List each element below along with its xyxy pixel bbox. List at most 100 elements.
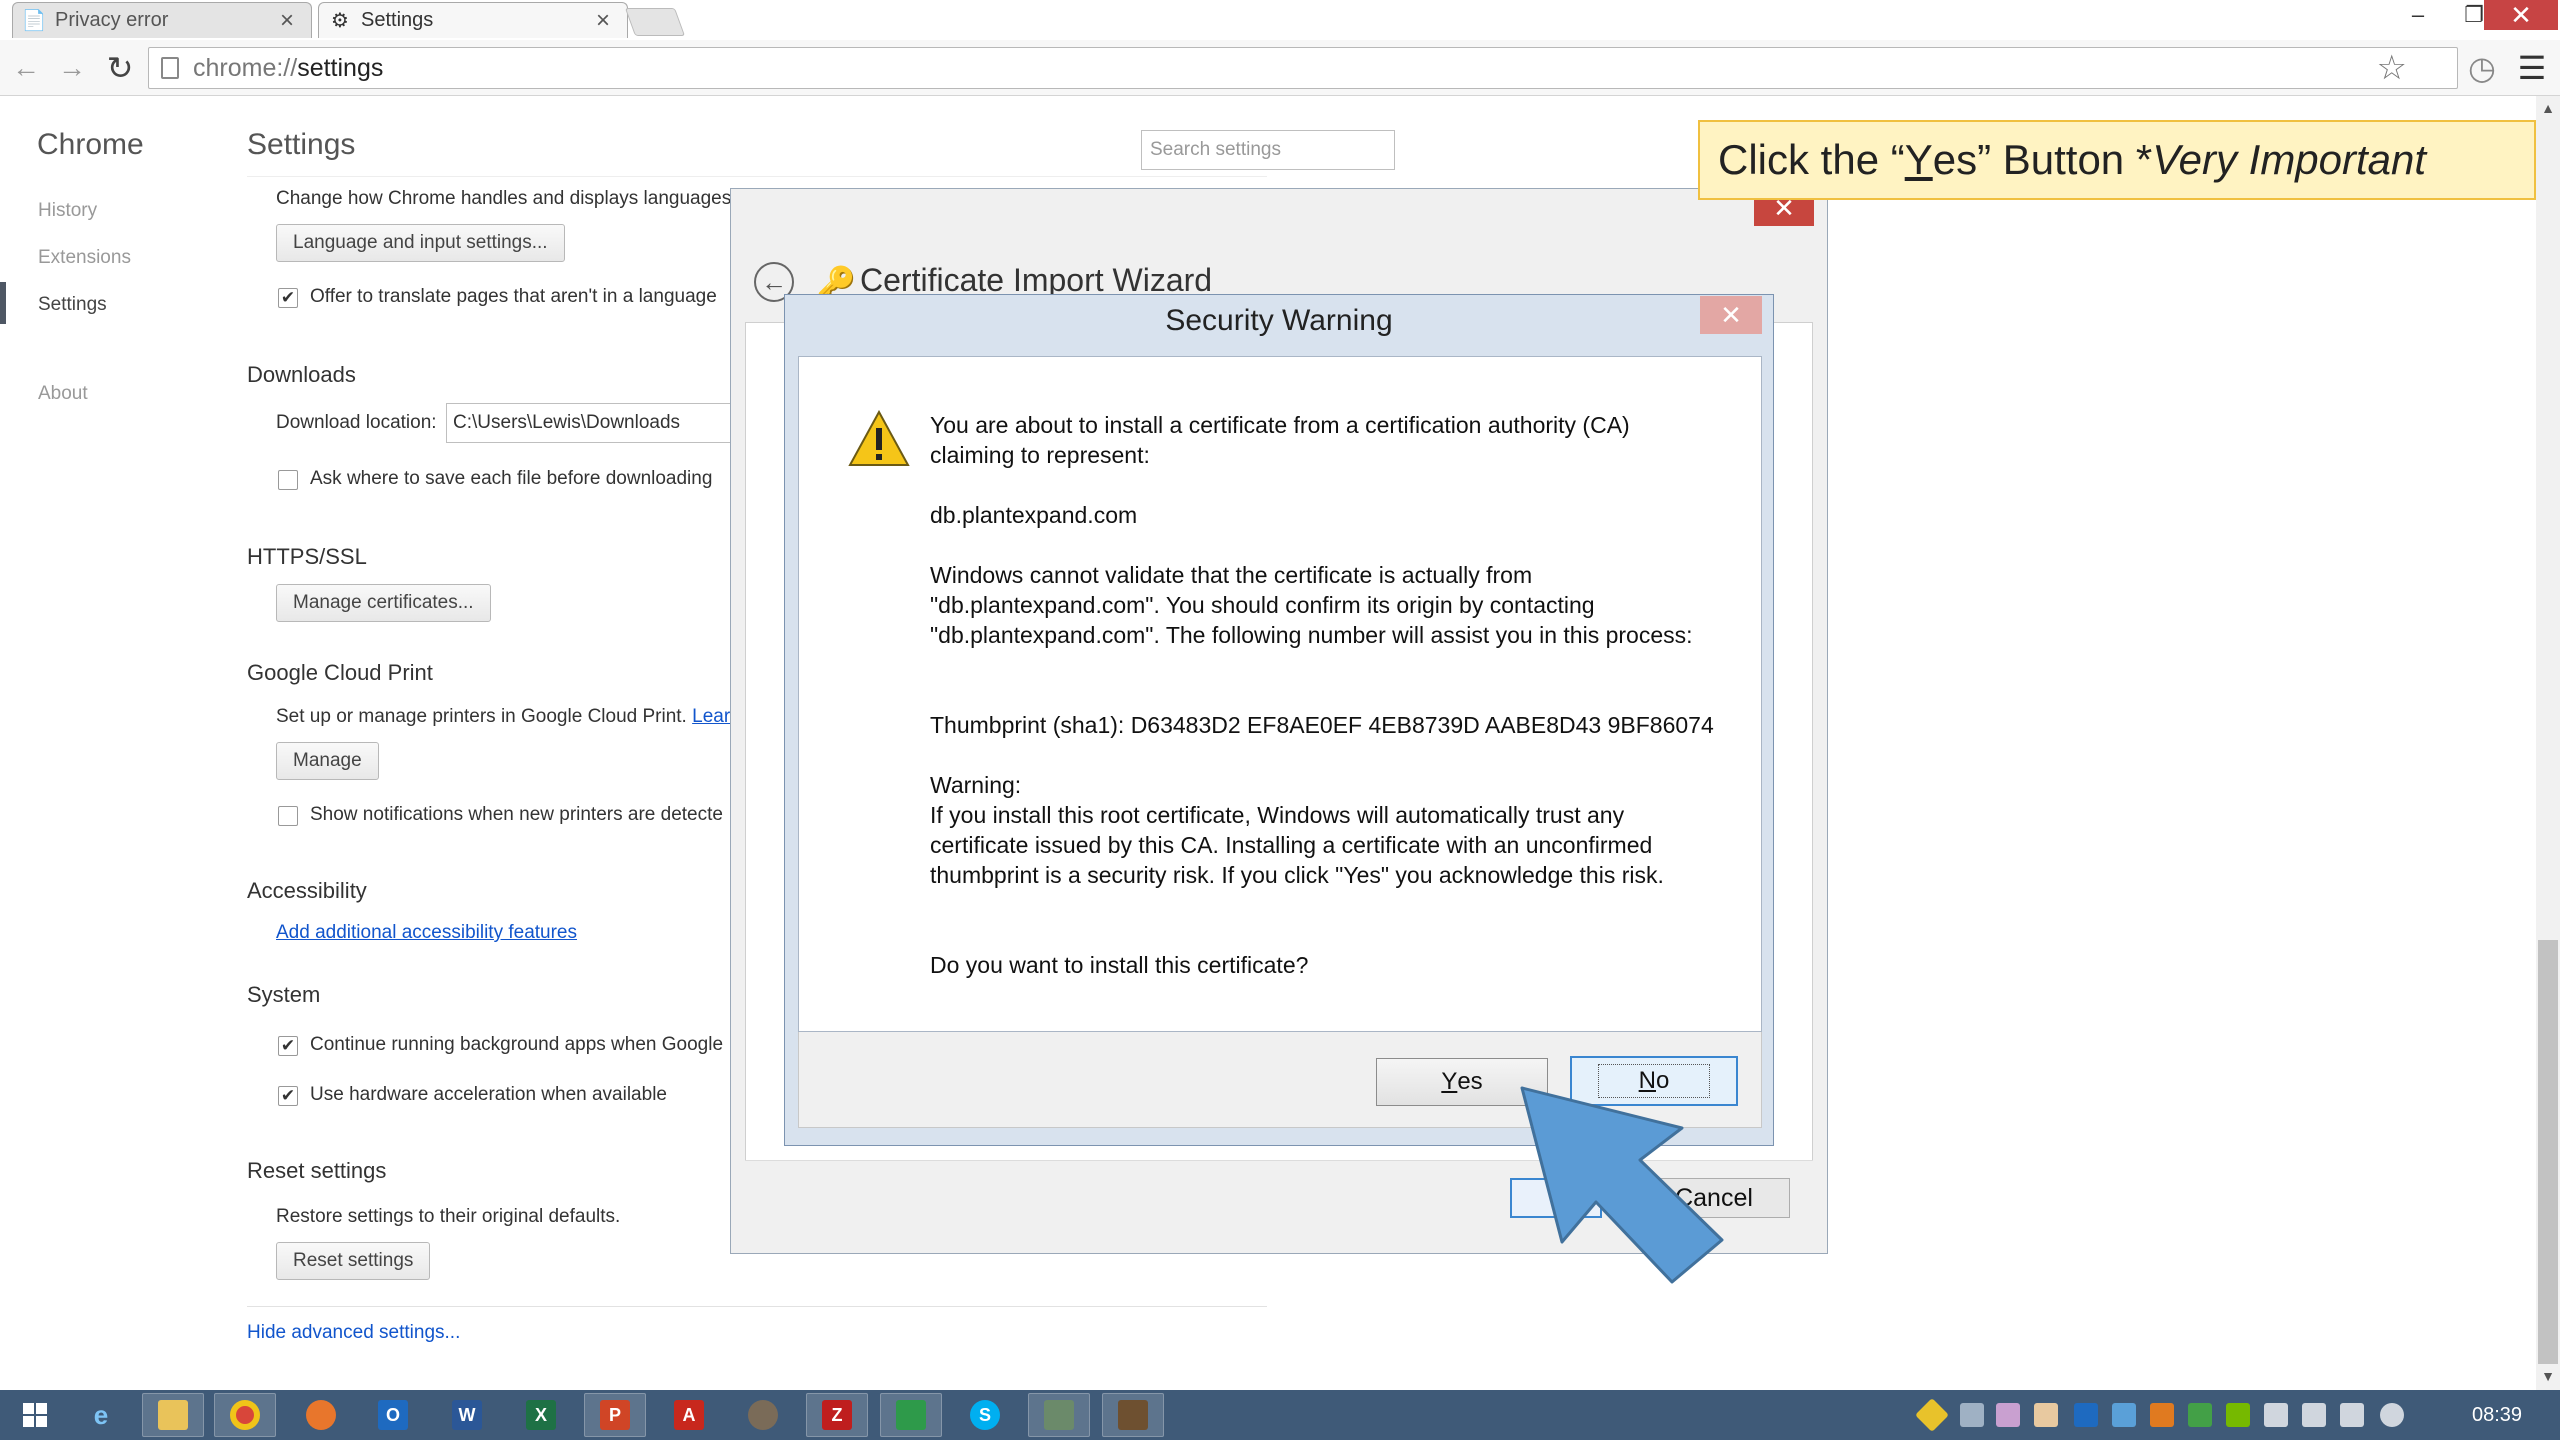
window-close-button[interactable]: ✕ — [2484, 0, 2558, 30]
yes-accelerator: Y — [1441, 1068, 1458, 1095]
folder-icon — [158, 1400, 188, 1430]
address-bar[interactable]: chrome://settings ☆ — [148, 47, 2458, 89]
active-marker — [0, 282, 6, 324]
manage-printers-button[interactable]: Manage — [276, 742, 379, 780]
reset-description: Restore settings to their original defau… — [276, 1206, 621, 1227]
taskbar-project-app[interactable] — [880, 1393, 942, 1437]
install-question-text: Do you want to install this certificate? — [930, 952, 1309, 978]
powerpoint-icon: P — [600, 1400, 630, 1430]
languages-description: Change how Chrome handles and displays l… — [276, 188, 737, 209]
internet-explorer-icon: e — [93, 1399, 109, 1430]
close-icon[interactable]: × — [591, 7, 615, 35]
taskbar-gimp[interactable] — [732, 1393, 794, 1437]
hardware-acceleration-label: Use hardware acceleration when available — [310, 1084, 667, 1105]
taskbar-certificate-wizard[interactable] — [1028, 1393, 1090, 1437]
translate-label: Offer to translate pages that aren't in … — [310, 286, 717, 307]
tray-outlook-icon[interactable] — [2074, 1403, 2098, 1427]
ask-save-checkbox[interactable] — [278, 470, 298, 490]
menu-icon[interactable]: ☰ — [2514, 50, 2550, 86]
background-apps-label: Continue running background apps when Go… — [310, 1034, 724, 1055]
taskbar-file-explorer[interactable] — [142, 1393, 204, 1437]
page-icon: 📄 — [21, 10, 47, 32]
scrollbar-thumb[interactable] — [2538, 940, 2558, 1364]
learn-more-link[interactable]: Lear — [692, 706, 730, 727]
minimize-button[interactable]: – — [2390, 0, 2446, 30]
tray-signal-icon[interactable] — [2340, 1403, 2364, 1427]
hide-advanced-settings-link[interactable]: Hide advanced settings... — [247, 1322, 460, 1344]
taskbar-chrome[interactable] — [214, 1393, 276, 1437]
forward-arrow-icon[interactable]: → — [54, 50, 90, 86]
thumbprint-text: Thumbprint (sha1): D63483D2 EF8AE0EF 4EB… — [930, 712, 1714, 738]
ask-save-label: Ask where to save each file before downl… — [310, 468, 713, 489]
taskbar-word[interactable]: W — [436, 1393, 498, 1437]
taskbar-window[interactable] — [1102, 1393, 1164, 1437]
tab-privacy-error[interactable]: 📄 Privacy error × — [12, 2, 312, 38]
taskbar-clock[interactable]: 08:39 — [2452, 1390, 2542, 1440]
callout-underlined: Y — [1904, 136, 1933, 183]
taskbar-outlook[interactable]: O — [362, 1393, 424, 1437]
taskbar-powerpoint[interactable]: P — [584, 1393, 646, 1437]
chrome-brand: Chrome — [37, 128, 144, 161]
gimp-icon — [748, 1400, 778, 1430]
language-input-settings-button[interactable]: Language and input settings... — [276, 224, 565, 262]
reset-settings-button[interactable]: Reset settings — [276, 1242, 431, 1280]
https-heading: HTTPS/SSL — [247, 544, 367, 569]
system-heading: System — [247, 982, 321, 1007]
hardware-acceleration-checkbox[interactable]: ✔ — [278, 1086, 298, 1106]
accessibility-features-link[interactable]: Add additional accessibility features — [276, 922, 577, 944]
gear-icon: ⚙ — [331, 10, 349, 32]
browser-toolbar: ← → ↻ chrome://settings ☆ ◷ ☰ — [0, 40, 2560, 96]
printer-notifications-checkbox[interactable] — [278, 806, 298, 826]
tray-check-icon[interactable] — [2188, 1403, 2212, 1427]
tray-sync-icon[interactable] — [2112, 1403, 2136, 1427]
tray-alert-icon[interactable] — [2150, 1403, 2174, 1427]
downloads-heading: Downloads — [247, 362, 356, 387]
background-apps-checkbox[interactable]: ✔ — [278, 1036, 298, 1056]
bookmark-star-icon[interactable]: ☆ — [2377, 48, 2407, 88]
taskbar-firefox[interactable] — [290, 1393, 352, 1437]
start-button[interactable] — [4, 1393, 66, 1437]
tray-flag-icon[interactable] — [2264, 1403, 2288, 1427]
excel-icon: X — [526, 1400, 556, 1430]
tray-app-icon[interactable] — [1996, 1403, 2020, 1427]
taskbar-skype[interactable]: S — [954, 1393, 1016, 1437]
windows-logo-icon — [23, 1403, 47, 1427]
extension-icon[interactable]: ◷ — [2464, 50, 2500, 86]
close-icon[interactable]: × — [275, 7, 299, 35]
taskbar-filezilla[interactable]: Z — [806, 1393, 868, 1437]
tab-strip: 📄 Privacy error × ⚙ Settings × – ❐ ✕ — [0, 0, 2560, 40]
tray-network-icon[interactable] — [1960, 1403, 1984, 1427]
tray-nvidia-icon[interactable] — [2226, 1403, 2250, 1427]
tray-battery-icon[interactable] — [2302, 1403, 2326, 1427]
reload-icon[interactable]: ↻ — [102, 50, 138, 86]
warning-intro-text: You are about to install a certificate f… — [930, 412, 1630, 468]
taskbar-internet-explorer[interactable]: e — [70, 1393, 132, 1437]
acrobat-icon: A — [674, 1400, 704, 1430]
download-location-field[interactable]: C:\Users\Lewis\Downloads — [446, 403, 766, 443]
callout-mid: es” Button * — [1932, 136, 2153, 183]
green-app-icon — [896, 1400, 926, 1430]
scroll-up-arrow-icon[interactable]: ▲ — [2536, 100, 2560, 120]
taskbar-acrobat[interactable]: A — [658, 1393, 720, 1437]
page-title: Settings — [247, 128, 356, 161]
sidebar-item-about[interactable]: About — [38, 383, 88, 405]
scroll-down-arrow-icon[interactable]: ▼ — [2536, 1368, 2560, 1388]
warning-heading-text: Warning: — [930, 772, 1022, 798]
back-arrow-icon[interactable]: ← — [8, 50, 44, 86]
skype-icon: S — [970, 1400, 1000, 1430]
translate-checkbox[interactable]: ✔ — [278, 288, 298, 308]
new-tab-button[interactable] — [624, 8, 686, 36]
sidebar-item-extensions[interactable]: Extensions — [38, 247, 131, 269]
warning-body-text: If you install this root certificate, Wi… — [930, 802, 1664, 888]
tab-settings[interactable]: ⚙ Settings × — [318, 2, 628, 38]
tray-volume-icon[interactable] — [2380, 1403, 2404, 1427]
taskbar-excel[interactable]: X — [510, 1393, 572, 1437]
tray-warning-icon[interactable] — [1915, 1398, 1949, 1432]
sidebar-item-settings[interactable]: Settings — [38, 294, 107, 316]
manage-certificates-button[interactable]: Manage certificates... — [276, 584, 491, 622]
callout-emphasis: Very Important — [2152, 136, 2427, 183]
security-warning-close-button[interactable]: ✕ — [1700, 296, 1762, 334]
tray-mail-icon[interactable] — [2034, 1403, 2058, 1427]
search-settings-input[interactable]: Search settings — [1141, 130, 1395, 170]
sidebar-item-history[interactable]: History — [38, 200, 97, 222]
